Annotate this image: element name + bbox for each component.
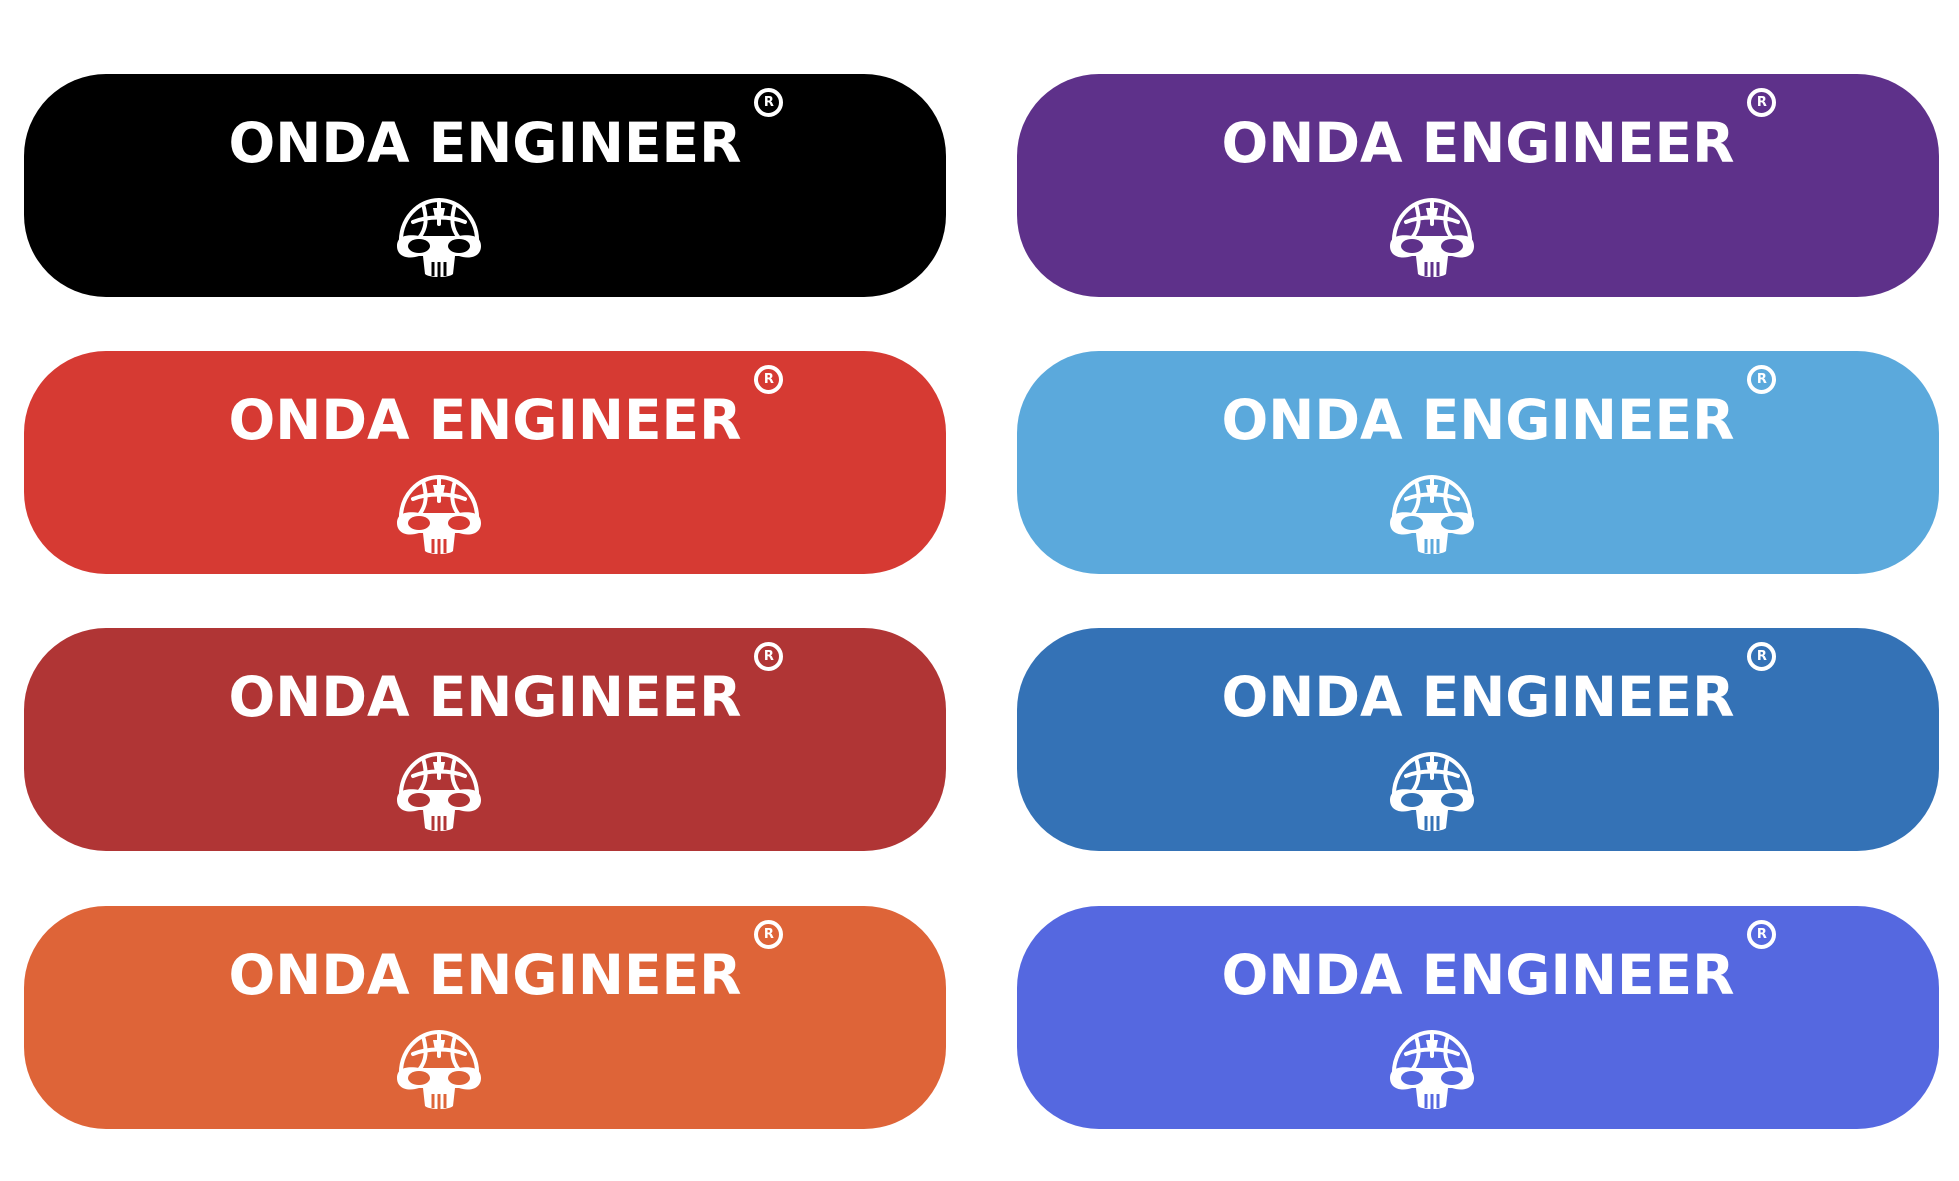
skull-helmet-icon bbox=[393, 471, 485, 557]
brand-badge: ONDA ENGINEER R bbox=[24, 351, 946, 574]
skull-helmet-icon bbox=[1386, 471, 1478, 557]
brand-name: ONDA ENGINEER R bbox=[1222, 365, 1777, 448]
brand-badge: ONDA ENGINEER R bbox=[1017, 74, 1939, 297]
skull-helmet-icon bbox=[1386, 1026, 1478, 1112]
registered-trademark-icon: R bbox=[754, 642, 784, 671]
brand-name: ONDA ENGINEER R bbox=[1222, 920, 1777, 1003]
skull-helmet-icon bbox=[393, 748, 485, 834]
brand-wordmark: ONDA ENGINEER R bbox=[1017, 365, 1939, 448]
brand-wordmark: ONDA ENGINEER R bbox=[1017, 88, 1939, 171]
registered-trademark-icon: R bbox=[1747, 642, 1777, 671]
skull-helmet-icon bbox=[1386, 194, 1478, 280]
brand-badge: ONDA ENGINEER R bbox=[24, 74, 946, 297]
brand-wordmark: ONDA ENGINEER R bbox=[1017, 920, 1939, 1003]
brand-wordmark: ONDA ENGINEER R bbox=[24, 642, 946, 725]
brand-badge: ONDA ENGINEER R bbox=[24, 906, 946, 1129]
registered-trademark-icon: R bbox=[754, 88, 784, 117]
brand-name: ONDA ENGINEER R bbox=[229, 365, 784, 448]
brand-name: ONDA ENGINEER R bbox=[229, 920, 784, 1003]
brand-wordmark: ONDA ENGINEER R bbox=[1017, 642, 1939, 725]
brand-name: ONDA ENGINEER R bbox=[229, 642, 784, 725]
badge-grid: ONDA ENGINEER R ONDA ENGINEER R ONDA ENG… bbox=[0, 0, 1959, 1181]
brand-wordmark: ONDA ENGINEER R bbox=[24, 365, 946, 448]
brand-name: ONDA ENGINEER R bbox=[1222, 642, 1777, 725]
registered-trademark-icon: R bbox=[1747, 920, 1777, 949]
brand-badge: ONDA ENGINEER R bbox=[24, 628, 946, 851]
brand-wordmark: ONDA ENGINEER R bbox=[24, 920, 946, 1003]
brand-name: ONDA ENGINEER R bbox=[229, 88, 784, 171]
skull-helmet-icon bbox=[393, 1026, 485, 1112]
brand-badge: ONDA ENGINEER R bbox=[1017, 628, 1939, 851]
registered-trademark-icon: R bbox=[1747, 365, 1777, 394]
brand-name: ONDA ENGINEER R bbox=[1222, 88, 1777, 171]
skull-helmet-icon bbox=[393, 194, 485, 280]
brand-wordmark: ONDA ENGINEER R bbox=[24, 88, 946, 171]
registered-trademark-icon: R bbox=[754, 920, 784, 949]
registered-trademark-icon: R bbox=[1747, 88, 1777, 117]
registered-trademark-icon: R bbox=[754, 365, 784, 394]
brand-badge: ONDA ENGINEER R bbox=[1017, 906, 1939, 1129]
brand-badge: ONDA ENGINEER R bbox=[1017, 351, 1939, 574]
skull-helmet-icon bbox=[1386, 748, 1478, 834]
